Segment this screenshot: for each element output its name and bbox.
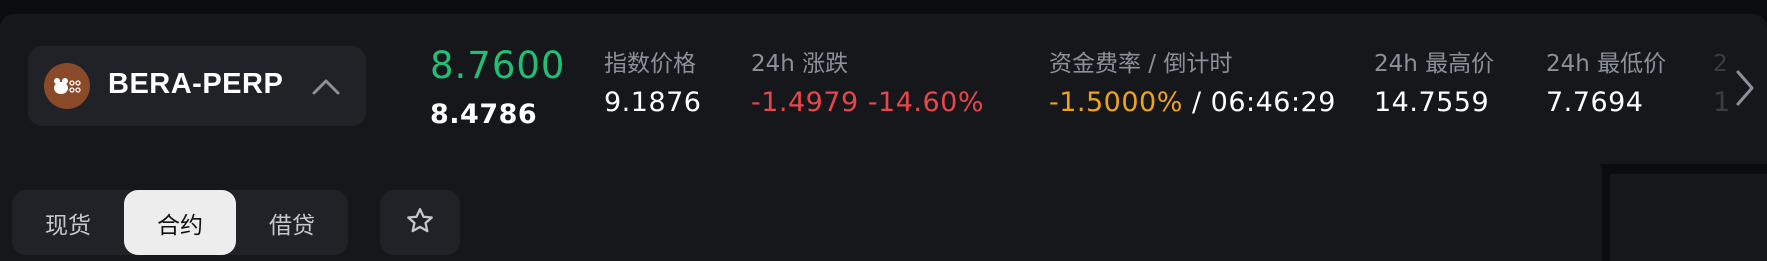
top-strip xyxy=(0,0,1767,14)
funding-separator: / xyxy=(1182,87,1211,118)
change-pct: -14.60% xyxy=(867,87,985,118)
stat-24h-change: 24h 涨跌 -1.4979 -14.60% xyxy=(751,50,984,120)
mark-price: 8.4786 xyxy=(430,99,538,130)
high-value: 14.7559 xyxy=(1374,87,1490,118)
low-value: 7.7694 xyxy=(1546,87,1644,118)
high-label: 24h 最高价 xyxy=(1374,51,1495,77)
favorites-button[interactable] xyxy=(380,190,460,255)
funding-label: 资金费率 / 倒计时 xyxy=(1049,51,1233,77)
stat-24h-high: 24h 最高价 14.7559 xyxy=(1374,50,1494,120)
pair-name: BERA-PERP xyxy=(108,68,284,100)
stat-funding: 资金费率 / 倒计时 -1.5000% / 06:46:29 xyxy=(1049,50,1336,120)
funding-countdown: 06:46:29 xyxy=(1210,87,1336,118)
change-label: 24h 涨跌 xyxy=(751,51,849,77)
star-icon xyxy=(405,206,435,240)
low-label: 24h 最低价 xyxy=(1546,51,1667,77)
chevron-right-icon[interactable] xyxy=(1728,62,1760,114)
tab-spot[interactable]: 现货 xyxy=(12,190,124,255)
stat-index-price: 指数价格 9.1876 xyxy=(604,50,701,120)
bera-bear-icon xyxy=(44,63,90,109)
tab-lending[interactable]: 借贷 xyxy=(236,190,348,255)
index-price-value: 9.1876 xyxy=(604,87,702,118)
pair-selector[interactable]: BERA-PERP xyxy=(28,46,366,126)
stat-24h-low: 24h 最低价 7.7694 xyxy=(1546,50,1666,120)
change-abs: -1.4979 xyxy=(751,87,859,118)
tab-contract[interactable]: 合约 xyxy=(124,190,236,255)
chevron-up-icon[interactable] xyxy=(310,71,342,101)
side-panel xyxy=(1610,174,1767,261)
market-type-tabs: 现货 合约 借贷 xyxy=(12,190,348,255)
funding-rate: -1.5000% xyxy=(1049,87,1183,118)
last-price: 8.7600 xyxy=(430,44,566,87)
index-price-label: 指数价格 xyxy=(604,51,696,77)
